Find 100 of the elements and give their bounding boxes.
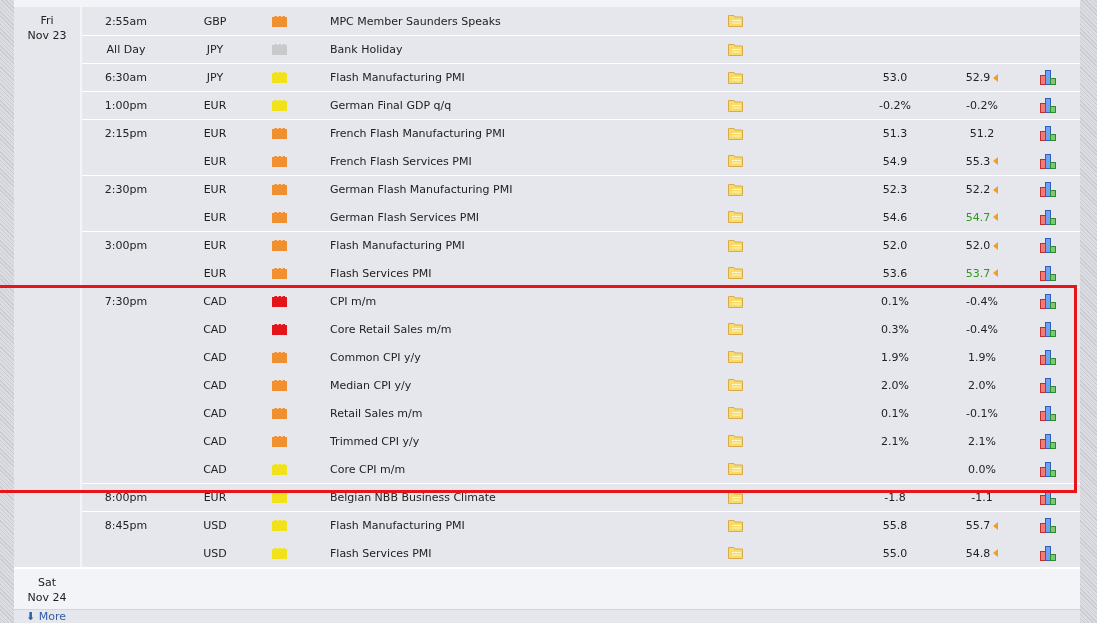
currency-code: CAD xyxy=(203,322,227,336)
currency-code: CAD xyxy=(203,350,227,364)
forecast-value: 0.1% xyxy=(881,406,909,420)
event-title[interactable]: German Final GDP q/q xyxy=(330,99,452,113)
event-time: 8:45pm xyxy=(104,519,148,533)
forecast-value: 54.9 xyxy=(882,154,908,168)
triangle-icon[interactable] xyxy=(993,73,999,82)
event-title[interactable]: Belgian NBB Business Climate xyxy=(330,491,496,505)
bar-chart-icon[interactable] xyxy=(1040,70,1057,86)
bar-chart-icon[interactable] xyxy=(1040,518,1057,534)
event-title[interactable]: Flash Manufacturing PMI xyxy=(330,519,465,533)
day-label: Sat Nov 24 xyxy=(27,575,67,607)
folder-icon[interactable] xyxy=(728,407,743,420)
folder-icon[interactable] xyxy=(728,99,743,112)
event-time: 2:15pm xyxy=(104,127,148,141)
folder-icon[interactable] xyxy=(728,43,743,56)
currency-code: EUR xyxy=(203,154,227,168)
triangle-icon[interactable] xyxy=(993,157,999,166)
folder-icon[interactable] xyxy=(728,295,743,308)
folder-icon[interactable] xyxy=(728,379,743,392)
currency-code: EUR xyxy=(203,491,227,505)
triangle-icon[interactable] xyxy=(993,213,999,222)
event-title[interactable]: MPC Member Saunders Speaks xyxy=(330,14,501,28)
bar-chart-icon[interactable] xyxy=(1040,405,1057,421)
folder-icon[interactable] xyxy=(728,519,743,532)
previous-value: -0.4% xyxy=(966,322,998,336)
triangle-icon[interactable] xyxy=(993,241,999,250)
event-title[interactable]: Flash Services PMI xyxy=(330,546,432,560)
triangle-icon[interactable] xyxy=(993,269,999,278)
event-title[interactable]: German Flash Manufacturing PMI xyxy=(330,183,513,197)
currency-code: EUR xyxy=(203,266,227,280)
previous-value: 2.0% xyxy=(968,378,996,392)
forecast-value: 2.1% xyxy=(881,434,909,448)
folder-icon[interactable] xyxy=(728,239,743,252)
previous-value: 54.7 xyxy=(965,210,991,224)
folder-icon[interactable] xyxy=(728,71,743,84)
previous-value: 52.2 xyxy=(965,183,991,197)
currency-code: CAD xyxy=(203,295,227,309)
event-title[interactable]: CPI m/m xyxy=(330,295,377,309)
previous-value: 55.7 xyxy=(965,519,991,533)
folder-icon[interactable] xyxy=(728,323,743,336)
triangle-icon[interactable] xyxy=(993,549,999,558)
bar-chart-icon[interactable] xyxy=(1040,377,1057,393)
event-title[interactable]: Core Retail Sales m/m xyxy=(330,322,452,336)
forecast-value: 0.1% xyxy=(881,295,909,309)
event-title[interactable]: Median CPI y/y xyxy=(330,378,412,392)
folder-icon[interactable] xyxy=(728,351,743,364)
folder-icon[interactable] xyxy=(728,463,743,476)
event-title[interactable]: Flash Services PMI xyxy=(330,266,432,280)
folder-icon[interactable] xyxy=(728,15,743,28)
bar-chart-icon[interactable] xyxy=(1040,182,1057,198)
folder-icon[interactable] xyxy=(728,547,743,560)
event-title[interactable]: Flash Manufacturing PMI xyxy=(330,239,465,253)
currency-code: CAD xyxy=(203,462,227,476)
bar-chart-icon[interactable] xyxy=(1040,265,1057,281)
folder-icon[interactable] xyxy=(728,491,743,504)
folder-icon[interactable] xyxy=(728,183,743,196)
currency-code: EUR xyxy=(203,210,227,224)
bar-chart-icon[interactable] xyxy=(1040,461,1057,477)
folder-icon[interactable] xyxy=(728,435,743,448)
previous-value: -0.4% xyxy=(966,295,998,309)
event-title[interactable]: Retail Sales m/m xyxy=(330,406,423,420)
bar-chart-icon[interactable] xyxy=(1040,294,1057,310)
forecast-value: 52.3 xyxy=(882,183,908,197)
event-title[interactable]: Trimmed CPI y/y xyxy=(330,434,420,448)
triangle-icon[interactable] xyxy=(993,185,999,194)
bar-chart-icon[interactable] xyxy=(1040,545,1057,561)
currency-code: EUR xyxy=(203,239,227,253)
forecast-value: 52.0 xyxy=(882,239,908,253)
bar-chart-icon[interactable] xyxy=(1040,153,1057,169)
bar-chart-icon[interactable] xyxy=(1040,433,1057,449)
bar-chart-icon[interactable] xyxy=(1040,321,1057,337)
bar-chart-icon[interactable] xyxy=(1040,98,1057,114)
bar-chart-icon[interactable] xyxy=(1040,490,1057,506)
previous-value: 2.1% xyxy=(968,434,996,448)
previous-value: -0.2% xyxy=(966,99,998,113)
bar-chart-icon[interactable] xyxy=(1040,126,1057,142)
triangle-icon[interactable] xyxy=(993,521,999,530)
day-label: Fri Nov 23 xyxy=(27,13,67,45)
forecast-value: 0.3% xyxy=(881,322,909,336)
previous-value: -0.1% xyxy=(966,406,998,420)
event-title[interactable]: Core CPI m/m xyxy=(330,462,406,476)
folder-icon[interactable] xyxy=(728,127,743,140)
previous-value: 1.9% xyxy=(968,350,996,364)
event-title[interactable]: German Flash Services PMI xyxy=(330,210,480,224)
event-title[interactable]: Flash Manufacturing PMI xyxy=(330,71,465,85)
folder-icon[interactable] xyxy=(728,267,743,280)
event-time: 2:30pm xyxy=(104,183,148,197)
bar-chart-icon[interactable] xyxy=(1040,209,1057,225)
forecast-value: -1.8 xyxy=(884,491,906,505)
event-title[interactable]: Common CPI y/y xyxy=(330,350,421,364)
folder-icon[interactable] xyxy=(728,211,743,224)
previous-value: 53.7 xyxy=(965,266,991,280)
more-link[interactable]: ⬇ More xyxy=(26,610,66,623)
folder-icon[interactable] xyxy=(728,155,743,168)
bar-chart-icon[interactable] xyxy=(1040,238,1057,254)
event-title[interactable]: French Flash Manufacturing PMI xyxy=(330,127,505,141)
event-title[interactable]: Bank Holiday xyxy=(330,43,403,57)
bar-chart-icon[interactable] xyxy=(1040,349,1057,365)
event-title[interactable]: French Flash Services PMI xyxy=(330,154,472,168)
